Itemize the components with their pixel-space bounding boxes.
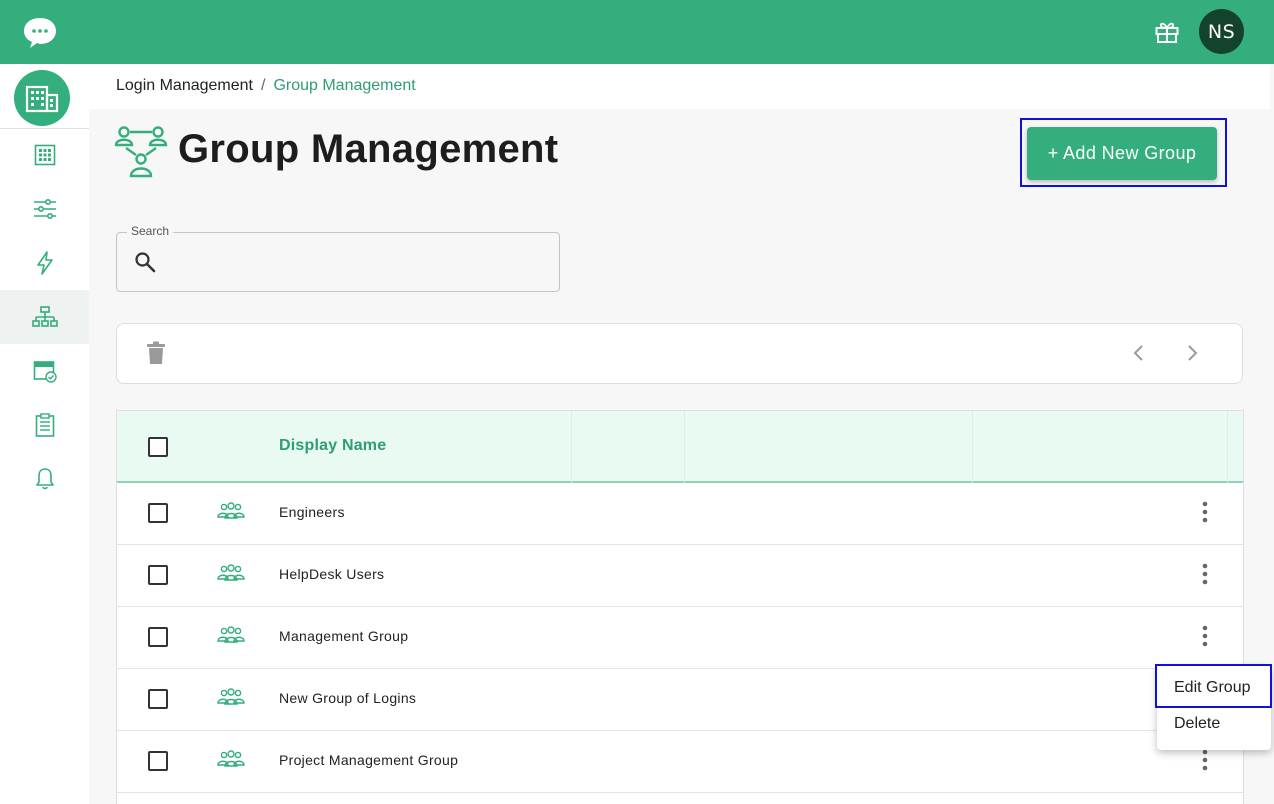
table-row[interactable]: HelpDesk Users [117, 545, 1243, 607]
select-all-checkbox[interactable] [148, 437, 168, 457]
page-title: Group Management [178, 127, 559, 171]
column-header-display-name[interactable]: Display Name [279, 437, 386, 455]
chevron-right-icon[interactable] [1181, 342, 1203, 364]
sliders-icon [33, 198, 56, 220]
user-avatar[interactable]: NS [1199, 9, 1244, 54]
breadcrumb-current: Group Management [273, 77, 416, 94]
more-vert-icon[interactable] [1198, 562, 1212, 586]
sidebar-item-organization[interactable] [0, 290, 89, 344]
menu-item-delete[interactable]: Delete [1157, 705, 1271, 743]
group-icon [217, 564, 245, 581]
building-icon [25, 85, 59, 113]
sidebar-item-settings[interactable] [0, 182, 89, 236]
sidebar-item-notifications[interactable] [0, 452, 89, 506]
chat-logo-icon[interactable] [22, 15, 58, 51]
calendar-check-icon [33, 361, 57, 383]
lightning-icon [36, 251, 53, 275]
breadcrumb-separator: / [260, 77, 266, 94]
sidebar-item-automation[interactable] [0, 236, 89, 290]
search-label: Search [127, 224, 174, 238]
gift-icon[interactable] [1154, 19, 1180, 45]
chevron-left-icon[interactable] [1128, 342, 1150, 364]
more-vert-icon[interactable] [1198, 748, 1212, 772]
group-icon [217, 688, 245, 705]
table-row[interactable]: New Group of Logins [117, 669, 1243, 731]
group-icon [217, 750, 245, 767]
group-name: Management Group [279, 628, 409, 644]
search-icon [135, 252, 156, 273]
more-vert-icon[interactable] [1198, 500, 1212, 524]
table-header: Display Name [117, 411, 1243, 483]
column-divider [972, 411, 973, 483]
table-toolbar [116, 323, 1243, 384]
table-row[interactable]: Engineers [117, 483, 1243, 545]
row-checkbox[interactable] [148, 503, 168, 523]
row-checkbox[interactable] [148, 689, 168, 709]
edit-group-highlight [1155, 664, 1272, 708]
row-checkbox[interactable] [148, 565, 168, 585]
table-row[interactable]: Management Group [117, 607, 1243, 669]
company-logo[interactable] [14, 70, 70, 126]
trash-icon[interactable] [145, 341, 167, 365]
row-checkbox[interactable] [148, 751, 168, 771]
column-divider [1227, 411, 1228, 483]
group-icon [217, 502, 245, 519]
group-name: HelpDesk Users [279, 566, 385, 582]
row-checkbox[interactable] [148, 627, 168, 647]
breadcrumb-login-management[interactable]: Login Management [116, 77, 253, 95]
more-vert-icon[interactable] [1198, 624, 1212, 648]
group-name: New Group of Logins [279, 690, 417, 706]
group-name: Project Management Group [279, 752, 459, 768]
group-name: Engineers [279, 504, 345, 520]
column-divider [684, 411, 685, 483]
search-input[interactable] [166, 246, 546, 278]
building-grid-icon [34, 144, 55, 166]
top-app-bar: NS [0, 0, 1274, 64]
sidebar-item-buildings[interactable] [0, 128, 89, 182]
org-chart-icon [31, 306, 58, 327]
bell-icon [35, 468, 54, 490]
group-icon [217, 626, 245, 643]
sidebar [0, 64, 89, 804]
add-new-group-button[interactable]: + Add New Group [1027, 127, 1217, 180]
groups-table: Display Name Engineers HelpDesk Users Ma… [116, 410, 1244, 804]
sidebar-item-reports[interactable] [0, 398, 89, 452]
column-divider [571, 411, 572, 483]
sidebar-item-schedule[interactable] [0, 344, 89, 398]
breadcrumb: Login Management / Group Management [116, 77, 416, 95]
group-management-icon [114, 126, 168, 178]
table-row[interactable]: Project Management Group [117, 731, 1243, 793]
clipboard-icon [35, 413, 54, 437]
